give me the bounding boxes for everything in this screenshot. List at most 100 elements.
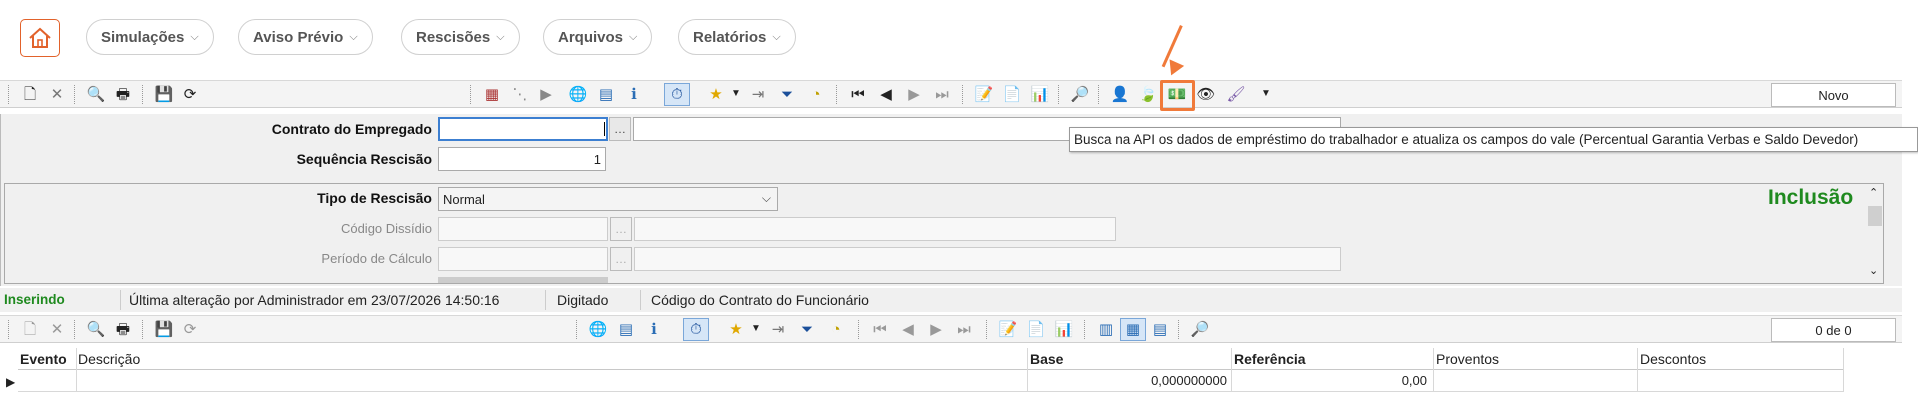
chart-globe-icon[interactable]: ◔ bbox=[826, 319, 846, 339]
toolbar-grip bbox=[8, 320, 10, 339]
sequencia-input[interactable]: 1 bbox=[438, 147, 606, 171]
table-row[interactable]: 0,000000000 0,00 bbox=[18, 370, 1844, 392]
dropdown-arrow-icon[interactable]: ▼ bbox=[746, 319, 766, 339]
preview-icon[interactable]: 🔎 bbox=[1190, 319, 1210, 339]
table-icon[interactable]: ▦ bbox=[482, 84, 502, 104]
filter-icon[interactable]: ⏷ bbox=[797, 319, 817, 339]
leaf-icon[interactable]: 🍃 bbox=[1138, 84, 1158, 104]
last-record-icon[interactable]: ⏭ bbox=[932, 84, 952, 104]
home-button[interactable] bbox=[20, 19, 60, 57]
periodo-calculo-lookup-button[interactable]: … bbox=[610, 247, 632, 271]
hierarchy-icon[interactable]: ⋱ bbox=[510, 84, 530, 104]
refresh-icon[interactable]: ⟳ bbox=[180, 319, 200, 339]
globe-icon[interactable]: 🌐 bbox=[568, 84, 588, 104]
column-referencia[interactable]: Referência bbox=[1234, 351, 1306, 367]
binoculars-icon[interactable]: 🔍 bbox=[86, 319, 106, 339]
play-icon[interactable]: ▶ bbox=[536, 84, 556, 104]
text-cursor bbox=[604, 122, 605, 136]
column-descontos[interactable]: Descontos bbox=[1640, 351, 1706, 367]
refresh-icon[interactable]: ⟳ bbox=[180, 84, 200, 104]
nav-relatorios[interactable]: Relatórios ⌵ bbox=[678, 19, 796, 55]
codigo-dissidio-lookup-button[interactable]: … bbox=[610, 217, 632, 241]
grid-rows-icon[interactable]: ▦ bbox=[1120, 318, 1146, 341]
annotation-highlight bbox=[1160, 80, 1195, 111]
sequencia-label: Sequência Rescisão bbox=[296, 151, 432, 167]
nav-rescisoes[interactable]: Rescisões ⌵ bbox=[401, 19, 520, 55]
save-icon[interactable]: 💾 bbox=[154, 84, 174, 104]
tooltip-text: Busca na API os dados de empréstimo do t… bbox=[1074, 132, 1859, 147]
partial-field bbox=[438, 277, 608, 283]
previous-record-icon[interactable]: ◀ bbox=[898, 319, 918, 339]
periodo-calculo-input[interactable] bbox=[438, 247, 608, 271]
previous-record-icon[interactable]: ◀ bbox=[876, 84, 896, 104]
vertical-scrollbar[interactable]: ⌃ ⌄ bbox=[1866, 186, 1884, 282]
last-record-icon[interactable]: ⏭ bbox=[954, 319, 974, 339]
periodo-calculo-label: Período de Cálculo bbox=[321, 251, 432, 266]
nav-arquivos-label: Arquivos bbox=[558, 28, 624, 46]
toolbar-separator bbox=[142, 320, 144, 339]
report-export-icon[interactable]: 📊 bbox=[1054, 319, 1074, 339]
scroll-thumb[interactable] bbox=[1868, 206, 1882, 226]
info-icon[interactable]: ℹ bbox=[644, 319, 664, 339]
toolbar-separator bbox=[986, 320, 988, 339]
report-export-icon[interactable]: 📊 bbox=[1030, 84, 1050, 104]
contrato-input[interactable] bbox=[438, 117, 608, 141]
person-card-icon[interactable]: 👤 bbox=[1110, 84, 1130, 104]
timer-icon[interactable]: ⏱ bbox=[664, 83, 690, 106]
scroll-down-icon[interactable]: ⌄ bbox=[1869, 264, 1878, 277]
column-evento[interactable]: Evento bbox=[20, 351, 67, 367]
timer-icon[interactable]: ⏱ bbox=[683, 318, 709, 341]
codigo-dissidio-input[interactable] bbox=[438, 217, 608, 241]
delete-icon[interactable]: ✕ bbox=[47, 319, 67, 339]
column-proventos[interactable]: Proventos bbox=[1436, 351, 1499, 367]
edit-document-icon[interactable]: 📝 bbox=[974, 84, 994, 104]
info-icon[interactable]: ℹ bbox=[624, 84, 644, 104]
globe-icon[interactable]: 🌐 bbox=[588, 319, 608, 339]
list-icon[interactable]: ▤ bbox=[616, 319, 636, 339]
nav-arquivos[interactable]: Arquivos ⌵ bbox=[543, 19, 653, 55]
edit-document-icon[interactable]: 📝 bbox=[998, 319, 1018, 339]
next-record-icon[interactable]: ▶ bbox=[904, 84, 924, 104]
first-record-icon[interactable]: ⏮ bbox=[870, 319, 890, 339]
preview-icon[interactable]: 🔎 bbox=[1070, 84, 1090, 104]
tipo-rescisao-value: Normal bbox=[443, 191, 485, 207]
tipo-rescisao-select[interactable]: Normal ⌵ bbox=[438, 187, 778, 211]
column-descricao[interactable]: Descrição bbox=[78, 351, 140, 367]
scroll-up-icon[interactable]: ⌃ bbox=[1869, 186, 1878, 199]
nav-simulacoes[interactable]: Simulações ⌵ bbox=[86, 19, 214, 55]
dropdown-arrow-icon[interactable]: ▼ bbox=[726, 84, 746, 104]
new-document-icon[interactable]: 🗋 bbox=[20, 319, 40, 339]
next-record-icon[interactable]: ▶ bbox=[926, 319, 946, 339]
column-base[interactable]: Base bbox=[1030, 351, 1063, 367]
toolbar-separator bbox=[74, 85, 76, 104]
top-navigation: Simulações ⌵ Aviso Prévio ⌵ Rescisões ⌵ … bbox=[0, 0, 1918, 79]
filter-icon[interactable]: ⏷ bbox=[777, 84, 797, 104]
toolbar-separator bbox=[1058, 85, 1060, 104]
codigo-dissidio-description bbox=[634, 217, 1116, 241]
export-icon[interactable]: ⇥ bbox=[768, 319, 788, 339]
brush-icon[interactable]: 🖌 bbox=[1226, 84, 1246, 104]
first-record-icon[interactable]: ⏮ bbox=[848, 84, 868, 104]
delete-icon[interactable]: ✕ bbox=[47, 84, 67, 104]
report-icon[interactable]: 📄 bbox=[1026, 319, 1046, 339]
print-icon[interactable]: 🖶 bbox=[113, 319, 133, 339]
chart-globe-icon[interactable]: ◔ bbox=[806, 84, 826, 104]
dropdown-arrow-icon[interactable]: ▼ bbox=[1256, 84, 1276, 104]
print-icon[interactable]: 🖶 bbox=[113, 84, 133, 104]
home-icon bbox=[29, 27, 51, 48]
star-icon[interactable]: ★ bbox=[726, 319, 746, 339]
eye-icon[interactable]: 👁 bbox=[1196, 84, 1216, 104]
toolbar-separator bbox=[962, 85, 964, 104]
contrato-lookup-button[interactable]: … bbox=[609, 117, 631, 141]
report-icon[interactable]: 📄 bbox=[1002, 84, 1022, 104]
save-icon[interactable]: 💾 bbox=[154, 319, 174, 339]
new-document-icon[interactable]: 🗋 bbox=[20, 84, 40, 104]
toolbar-separator bbox=[836, 85, 838, 104]
grid-columns-icon[interactable]: ▥ bbox=[1096, 319, 1116, 339]
binoculars-icon[interactable]: 🔍 bbox=[86, 84, 106, 104]
export-icon[interactable]: ⇥ bbox=[748, 84, 768, 104]
grid-group-icon[interactable]: ▤ bbox=[1150, 319, 1170, 339]
nav-aviso-previo[interactable]: Aviso Prévio ⌵ bbox=[238, 19, 373, 55]
star-icon[interactable]: ★ bbox=[706, 84, 726, 104]
list-icon[interactable]: ▤ bbox=[596, 84, 616, 104]
